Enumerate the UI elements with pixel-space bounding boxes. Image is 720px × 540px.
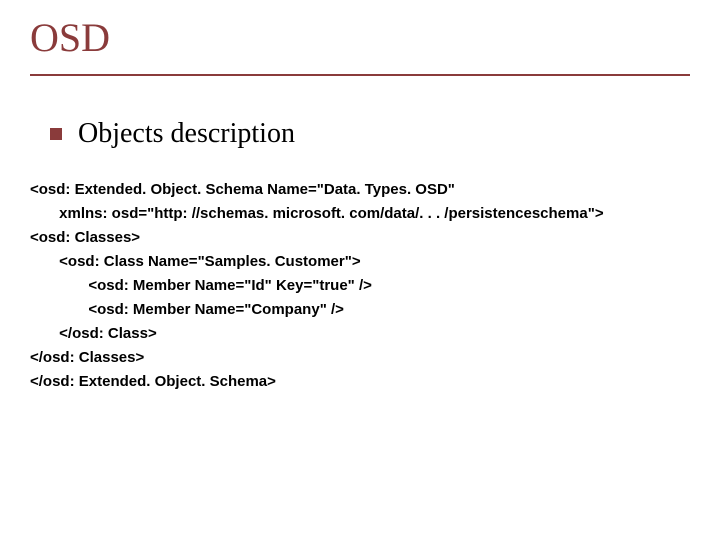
subtitle-text: Objects description: [78, 118, 295, 150]
code-line: </osd: Classes>: [30, 349, 144, 366]
code-block: <osd: Extended. Object. Schema Name="Dat…: [30, 178, 604, 394]
code-line: <osd: Extended. Object. Schema Name="Dat…: [30, 181, 455, 198]
subtitle-row: Objects description: [50, 118, 295, 150]
code-line: </osd: Extended. Object. Schema>: [30, 373, 276, 390]
code-line: <osd: Class Name="Samples. Customer">: [30, 253, 361, 270]
code-line: <osd: Member Name="Company" />: [30, 301, 344, 318]
slide: OSD Objects description <osd: Extended. …: [0, 0, 720, 540]
slide-title: OSD: [30, 14, 110, 61]
code-line: <osd: Classes>: [30, 229, 140, 246]
code-line: </osd: Class>: [30, 325, 157, 342]
title-underline: [30, 74, 690, 76]
code-line: <osd: Member Name="Id" Key="true" />: [30, 277, 372, 294]
code-line: xmlns: osd="http: //schemas. microsoft. …: [30, 205, 604, 222]
square-bullet-icon: [50, 128, 62, 140]
